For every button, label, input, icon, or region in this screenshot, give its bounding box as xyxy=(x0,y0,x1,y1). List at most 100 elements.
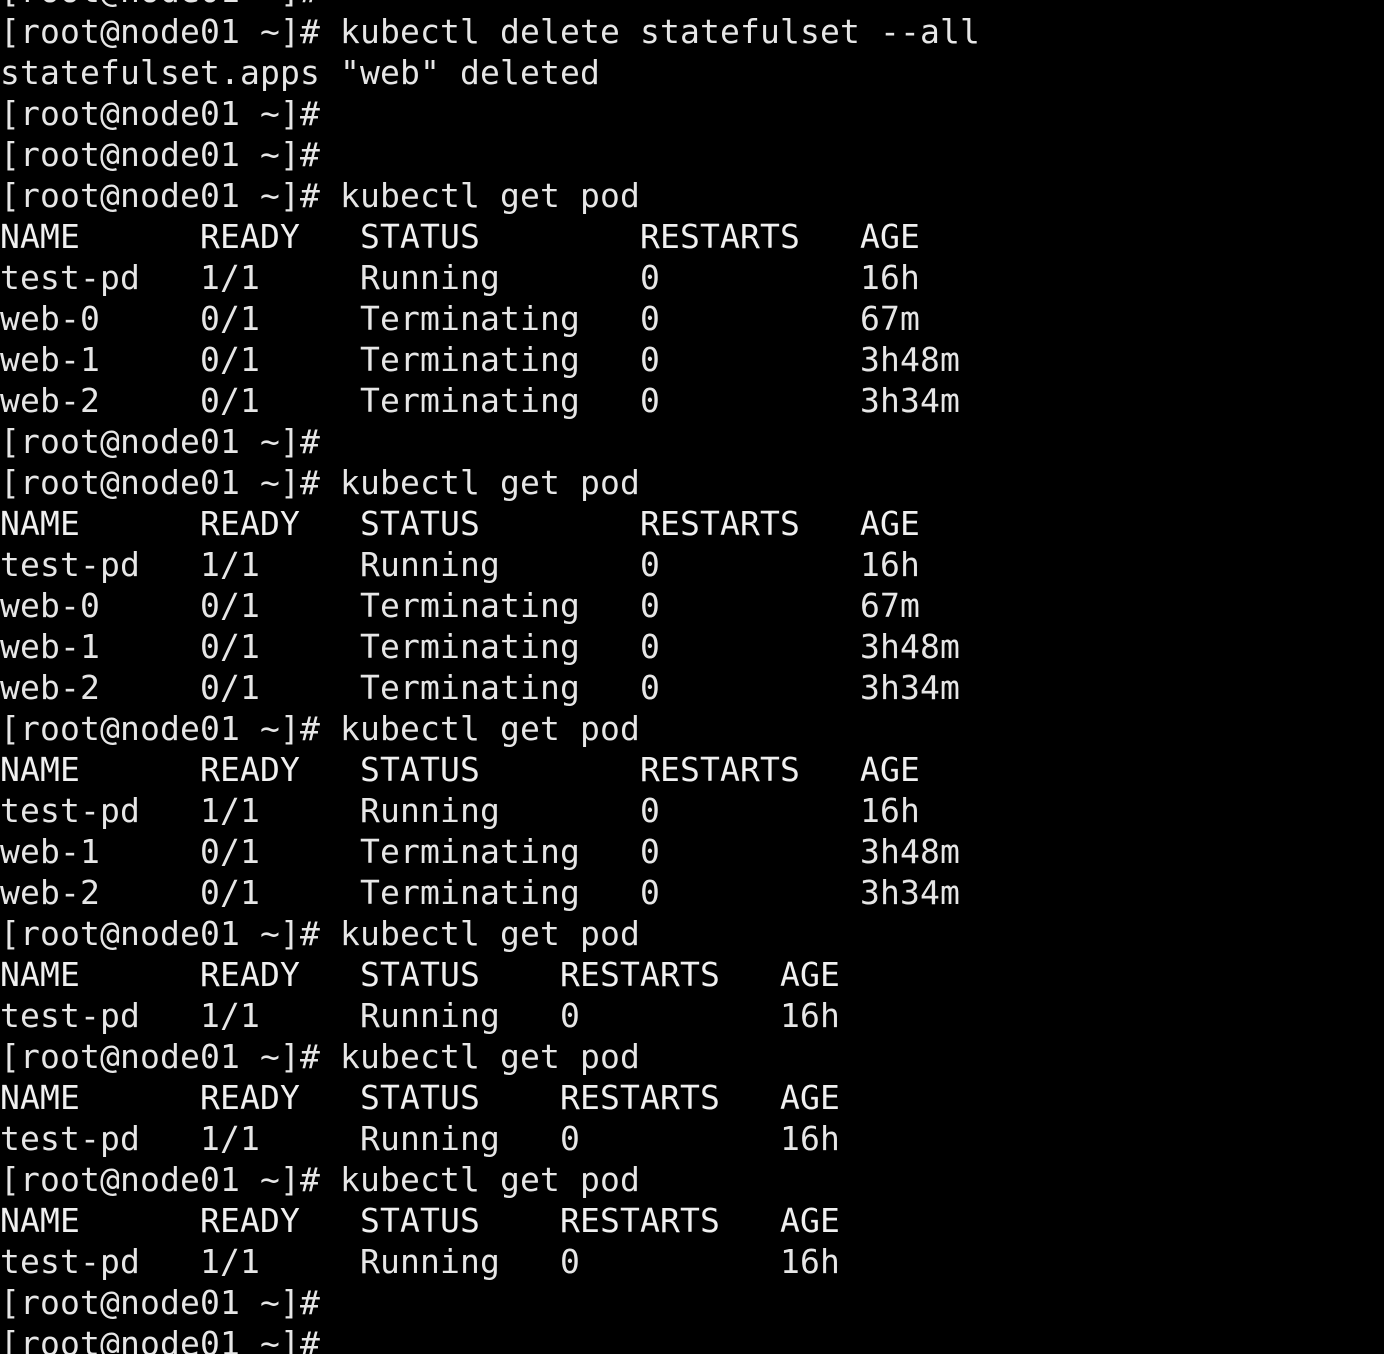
cell-status: Terminating xyxy=(360,299,580,338)
cell-name: web-1 xyxy=(0,832,100,871)
pod-table-row: web-1 0/1 Terminating 0 3h48m xyxy=(0,339,1384,380)
cell-ready: 0/1 xyxy=(200,832,260,871)
cell-age: 3h48m xyxy=(860,340,960,379)
cell-status: Terminating xyxy=(360,627,580,666)
column-header-status: STATUS xyxy=(360,955,480,994)
prompt-line: [root@node01 ~]# xyxy=(0,1324,320,1354)
cell-ready: 0/1 xyxy=(200,381,260,420)
cell-restarts: 0 xyxy=(640,873,660,912)
prompt-line: [root@node01 ~]# xyxy=(0,94,320,133)
cell-age: 3h48m xyxy=(860,832,960,871)
prompt-line: [root@node01 ~]# xyxy=(0,422,320,461)
cell-age: 67m xyxy=(860,586,920,625)
pod-table-row: test-pd 1/1 Running 0 16h xyxy=(0,544,1384,585)
pod-table-row: test-pd 1/1 Running 0 16h xyxy=(0,257,1384,298)
pod-table-header: NAME READY STATUS RESTARTS AGE xyxy=(0,216,1384,257)
cell-name: web-2 xyxy=(0,873,100,912)
pod-table-row: web-1 0/1 Terminating 0 3h48m xyxy=(0,626,1384,667)
cell-restarts: 0 xyxy=(640,668,660,707)
command-line[interactable]: [root@node01 ~]# kubectl delete stateful… xyxy=(0,11,980,52)
cell-ready: 0/1 xyxy=(200,586,260,625)
pod-table-row: web-2 0/1 Terminating 0 3h34m xyxy=(0,380,1384,421)
command-line[interactable]: [root@node01 ~]# kubectl get pod xyxy=(0,913,640,954)
cell-name: test-pd xyxy=(0,1119,140,1158)
column-header-restarts: RESTARTS xyxy=(640,504,800,543)
cell-restarts: 0 xyxy=(640,586,660,625)
cell-ready: 1/1 xyxy=(200,996,260,1035)
cell-status: Running xyxy=(360,1242,500,1281)
pod-table-row: test-pd 1/1 Running 0 16h xyxy=(0,995,1384,1036)
cell-age: 16h xyxy=(780,996,840,1035)
column-header-name: NAME xyxy=(0,1201,80,1240)
cell-restarts: 0 xyxy=(640,381,660,420)
cell-age: 16h xyxy=(860,545,920,584)
cell-restarts: 0 xyxy=(640,258,660,297)
cell-status: Terminating xyxy=(360,586,580,625)
column-header-ready: READY xyxy=(200,1078,300,1117)
column-header-status: STATUS xyxy=(360,750,480,789)
cell-status: Running xyxy=(360,996,500,1035)
cell-restarts: 0 xyxy=(560,996,580,1035)
prompt-line: [root@node01 ~]# xyxy=(0,1283,320,1322)
cell-age: 3h48m xyxy=(860,627,960,666)
column-header-age: AGE xyxy=(780,955,840,994)
cell-name: test-pd xyxy=(0,258,140,297)
cell-ready: 0/1 xyxy=(200,299,260,338)
cell-name: test-pd xyxy=(0,545,140,584)
cell-ready: 0/1 xyxy=(200,627,260,666)
cell-name: test-pd xyxy=(0,996,140,1035)
cell-name: web-2 xyxy=(0,381,100,420)
cell-name: web-2 xyxy=(0,668,100,707)
cell-restarts: 0 xyxy=(640,340,660,379)
pod-table-row: web-2 0/1 Terminating 0 3h34m xyxy=(0,872,1384,913)
column-header-restarts: RESTARTS xyxy=(560,1201,720,1240)
cell-restarts: 0 xyxy=(640,791,660,830)
column-header-name: NAME xyxy=(0,217,80,256)
column-header-ready: READY xyxy=(200,504,300,543)
cell-status: Running xyxy=(360,1119,500,1158)
cell-ready: 0/1 xyxy=(200,668,260,707)
column-header-status: STATUS xyxy=(360,1078,480,1117)
cell-name: test-pd xyxy=(0,791,140,830)
cell-restarts: 0 xyxy=(640,299,660,338)
cell-ready: 1/1 xyxy=(200,1119,260,1158)
cell-restarts: 0 xyxy=(640,832,660,871)
cell-ready: 0/1 xyxy=(200,340,260,379)
cell-restarts: 0 xyxy=(640,545,660,584)
column-header-ready: READY xyxy=(200,750,300,789)
command-line[interactable]: [root@node01 ~]# kubectl get pod xyxy=(0,708,640,749)
command-line[interactable]: [root@node01 ~]# kubectl get pod xyxy=(0,462,640,503)
cell-age: 16h xyxy=(780,1242,840,1281)
pod-table-header: NAME READY STATUS RESTARTS AGE xyxy=(0,749,1384,790)
cell-status: Running xyxy=(360,791,500,830)
column-header-restarts: RESTARTS xyxy=(560,955,720,994)
cell-status: Terminating xyxy=(360,832,580,871)
cell-age: 67m xyxy=(860,299,920,338)
cell-ready: 1/1 xyxy=(200,791,260,830)
cell-ready: 1/1 xyxy=(200,258,260,297)
terminal-screen: [root@node01 ~]#[root@node01 ~]# kubectl… xyxy=(0,0,1384,1354)
cell-age: 3h34m xyxy=(860,668,960,707)
command-line[interactable]: [root@node01 ~]# kubectl get pod xyxy=(0,1159,640,1200)
column-header-age: AGE xyxy=(860,504,920,543)
cell-age: 3h34m xyxy=(860,873,960,912)
cell-status: Running xyxy=(360,258,500,297)
cell-ready: 0/1 xyxy=(200,873,260,912)
pod-table-row: web-0 0/1 Terminating 0 67m xyxy=(0,585,1384,626)
pod-table-row: web-2 0/1 Terminating 0 3h34m xyxy=(0,667,1384,708)
pod-table-header: NAME READY STATUS RESTARTS AGE xyxy=(0,503,1384,544)
command-line[interactable]: [root@node01 ~]# kubectl get pod xyxy=(0,175,640,216)
cell-name: web-1 xyxy=(0,340,100,379)
cell-name: web-0 xyxy=(0,586,100,625)
pod-table-header: NAME READY STATUS RESTARTS AGE xyxy=(0,954,1384,995)
prompt-line: [root@node01 ~]# xyxy=(0,135,320,174)
column-header-name: NAME xyxy=(0,504,80,543)
cell-status: Terminating xyxy=(360,873,580,912)
column-header-ready: READY xyxy=(200,955,300,994)
command-line[interactable]: [root@node01 ~]# kubectl get pod xyxy=(0,1036,640,1077)
cell-status: Terminating xyxy=(360,381,580,420)
column-header-restarts: RESTARTS xyxy=(640,750,800,789)
terminal-window[interactable]: [root@node01 ~]#[root@node01 ~]# kubectl… xyxy=(0,0,1384,1354)
column-header-age: AGE xyxy=(860,750,920,789)
cell-status: Running xyxy=(360,545,500,584)
